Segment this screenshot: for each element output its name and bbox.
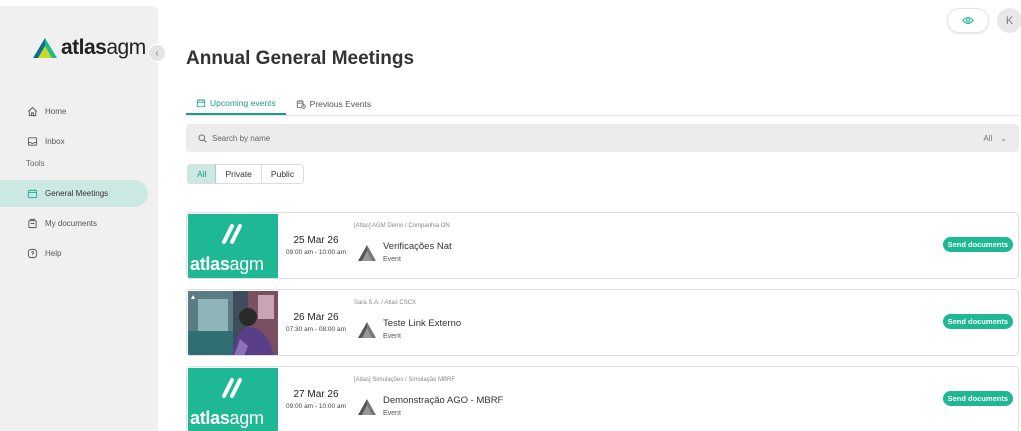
tab-label: Previous Events [309, 98, 372, 109]
avatar[interactable]: K [997, 8, 1021, 33]
event-date: 27 Mar 26 09:00 am - 10:00 am [283, 389, 349, 410]
event-thumbnail-photo [188, 291, 278, 355]
sidebar-item-my-documents[interactable]: My documents [0, 210, 158, 237]
event-time: 07:30 am - 08:00 am [286, 326, 346, 333]
brand-name-light: agm [229, 408, 264, 428]
brand-name-light: agm [106, 36, 146, 59]
atlas-logo-icon [32, 37, 58, 59]
filter-value: All [983, 133, 993, 143]
event-company: Sara S.A. / Atlas CSCX [354, 300, 417, 306]
event-date: 26 Mar 26 07:30 am - 08:00 am [283, 312, 349, 333]
event-day: 26 Mar 26 [293, 312, 339, 323]
brand-name-bold: atlas [190, 254, 230, 274]
visibility-filter: All Private Public [187, 164, 305, 184]
atlas-symbol-icon [218, 374, 246, 405]
event-tabs: Upcoming events Previous Events [186, 92, 1019, 116]
eye-icon [962, 12, 974, 30]
search-bar[interactable]: Search by name All ⌄ [186, 124, 1019, 152]
event-card[interactable]: atlasagm 25 Mar 26 09:00 am - 10:00 am [… [186, 212, 1019, 279]
documents-icon [26, 218, 38, 230]
event-card[interactable]: 26 Mar 26 07:30 am - 08:00 am Sara S.A. … [186, 289, 1019, 356]
sidebar-collapse-button[interactable]: ‹ [148, 44, 166, 62]
filter-public-button[interactable]: Public [261, 165, 304, 183]
event-time: 09:00 am - 10:00 am [286, 403, 346, 410]
atlas-logo-icon [357, 397, 377, 417]
brand-name-light: agm [229, 254, 264, 274]
brand-logo[interactable]: atlasagm [32, 36, 146, 60]
sidebar: atlasagm ‹ Home Inbox Tools General Meet… [0, 6, 166, 431]
send-documents-button[interactable]: Send documents [942, 237, 1013, 252]
event-name[interactable]: Teste Link Externo [383, 318, 461, 329]
help-icon [26, 248, 38, 260]
page-title: Annual General Meetings [186, 48, 415, 69]
sidebar-item-label: Inbox [45, 137, 65, 146]
brand-name: atlasagm [61, 36, 146, 60]
event-date: 25 Mar 26 09:00 am - 10:00 am [283, 235, 349, 256]
thumbnail-brand-text: atlasagm [190, 408, 264, 429]
calendar-clock-icon [296, 99, 306, 109]
event-company: [Atlas] AGM Demo / Companhia ON [354, 223, 450, 229]
sidebar-item-label: My documents [45, 219, 98, 228]
sidebar-section-label: Tools [26, 159, 45, 168]
chevron-left-icon: ‹ [155, 47, 159, 59]
sidebar-nav: Home Inbox Tools General Meetings My doc… [0, 98, 158, 270]
event-day: 27 Mar 26 [293, 389, 339, 400]
sidebar-item-label: General Meetings [45, 189, 109, 198]
status-filter-dropdown[interactable]: All ⌄ [983, 134, 1007, 143]
sidebar-item-general-meetings[interactable]: General Meetings [0, 180, 148, 207]
sidebar-item-inbox[interactable]: Inbox [0, 128, 158, 155]
sidebar-item-home[interactable]: Home [0, 98, 158, 125]
atlas-symbol-icon [218, 220, 246, 251]
atlas-logo-icon [357, 243, 377, 263]
calendar-icon [196, 98, 206, 108]
event-type: Event [383, 256, 401, 263]
search-input[interactable]: Search by name [212, 134, 270, 143]
event-type: Event [383, 333, 401, 340]
atlas-logo-icon [357, 320, 377, 340]
home-icon [26, 106, 38, 118]
send-documents-button[interactable]: Send documents [942, 314, 1013, 329]
app-root: atlasagm ‹ Home Inbox Tools General Meet… [0, 0, 1021, 431]
chevron-down-icon: ⌄ [1000, 133, 1007, 143]
event-name[interactable]: Verificações Nat [383, 241, 452, 252]
visibility-toggle-button[interactable] [947, 8, 989, 33]
event-type: Event [383, 410, 401, 417]
event-name[interactable]: Demonstração AGO - MBRF [383, 395, 503, 406]
search-icon [198, 133, 207, 143]
sidebar-item-label: Home [45, 107, 67, 116]
calendar-icon [26, 188, 38, 200]
filter-private-button[interactable]: Private [216, 165, 262, 183]
thumbnail-brand-text: atlasagm [190, 254, 264, 275]
tab-upcoming-events[interactable]: Upcoming events [186, 92, 286, 115]
send-documents-button[interactable]: Send documents [942, 391, 1013, 406]
tab-label: Upcoming events [210, 97, 276, 108]
tab-previous-events[interactable]: Previous Events [286, 92, 381, 115]
event-time: 09:00 am - 10:00 am [286, 249, 346, 256]
event-card[interactable]: atlasagm 27 Mar 26 09:00 am - 10:00 am [… [186, 366, 1019, 431]
filter-all-button[interactable]: All [188, 165, 217, 183]
brand-name-bold: atlas [61, 36, 107, 59]
event-day: 25 Mar 26 [293, 235, 339, 246]
inbox-icon [26, 136, 38, 148]
event-thumbnail: atlasagm [188, 214, 278, 278]
brand-name-bold: atlas [190, 408, 230, 428]
event-thumbnail: atlasagm [188, 368, 278, 431]
event-company: [Atlas] Simulações / Simulação MBRF [354, 377, 456, 383]
sidebar-item-help[interactable]: Help [0, 240, 158, 267]
sidebar-item-label: Help [45, 249, 62, 258]
